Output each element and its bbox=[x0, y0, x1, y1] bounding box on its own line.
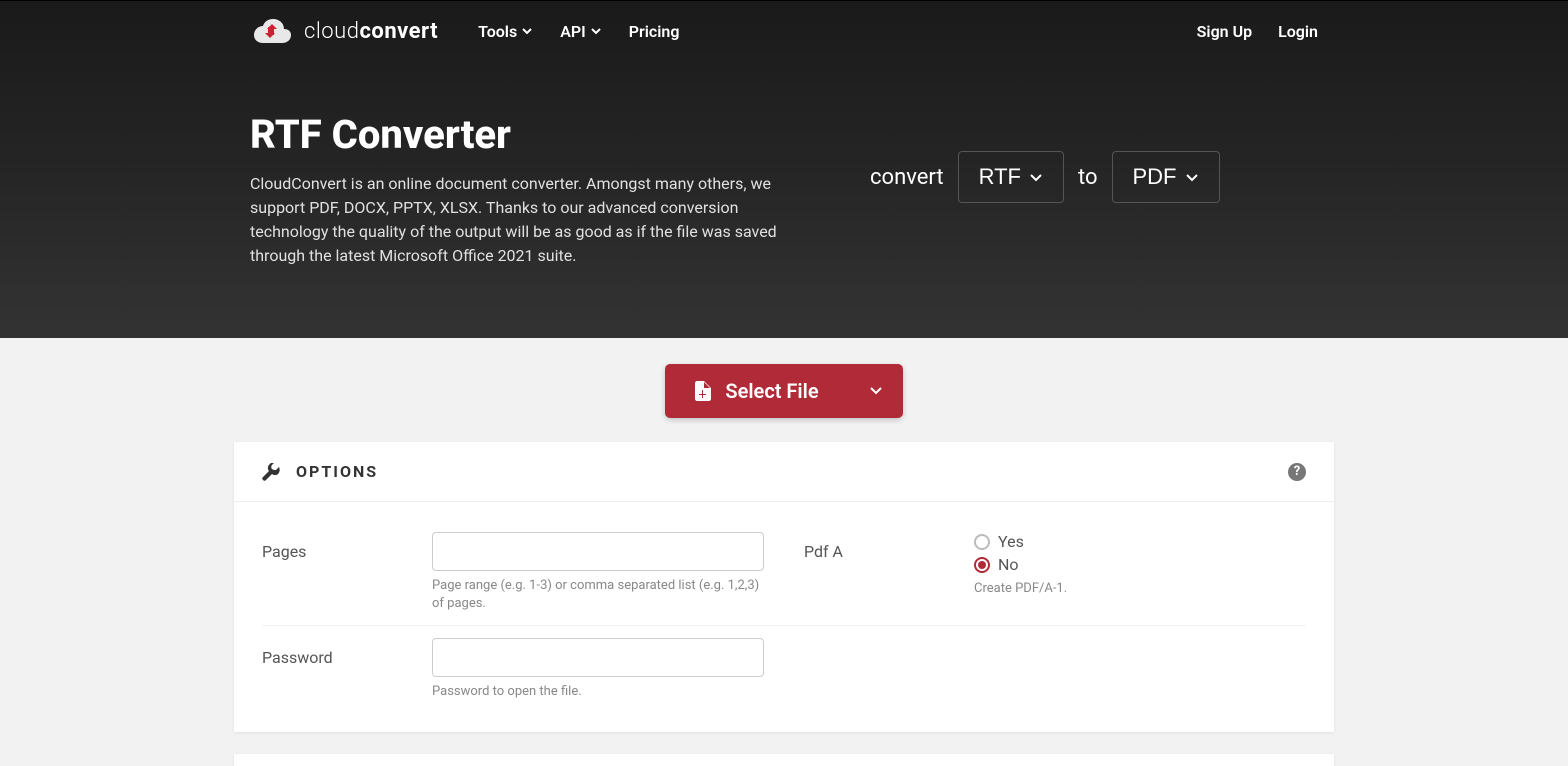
next-card-peek bbox=[234, 754, 1334, 766]
chevron-down-icon bbox=[591, 26, 601, 36]
to-format-button[interactable]: PDF bbox=[1112, 151, 1220, 203]
options-header: OPTIONS ? bbox=[234, 442, 1334, 502]
option-password: Password Password to open the file. bbox=[262, 638, 764, 701]
hero: RTF Converter CloudConvert is an online … bbox=[234, 61, 1334, 268]
page-title: RTF Converter bbox=[250, 111, 810, 158]
pages-input[interactable] bbox=[432, 532, 764, 571]
nav-tools-label: Tools bbox=[478, 22, 517, 41]
main-nav: cloudconvert Tools API Pricing Sign Up L… bbox=[234, 1, 1334, 61]
select-file-container: Select File bbox=[0, 364, 1568, 418]
chevron-down-icon bbox=[869, 383, 883, 397]
nav-login-label: Login bbox=[1278, 22, 1318, 41]
nav-login[interactable]: Login bbox=[1278, 22, 1318, 41]
file-add-icon bbox=[695, 381, 711, 401]
option-empty bbox=[804, 638, 1306, 701]
pdfa-yes-label: Yes bbox=[998, 532, 1024, 551]
password-label: Password bbox=[262, 638, 412, 667]
nav-pricing-label: Pricing bbox=[629, 22, 680, 41]
chevron-down-icon bbox=[1029, 170, 1043, 184]
options-row-1: Pages Page range (e.g. 1-3) or comma sep… bbox=[262, 520, 1306, 626]
password-help: Password to open the file. bbox=[432, 683, 764, 701]
page-description: CloudConvert is an online document conve… bbox=[250, 172, 810, 268]
pdfa-no-label: No bbox=[998, 555, 1019, 574]
nav-api-label: API bbox=[560, 22, 586, 41]
chevron-down-icon bbox=[522, 26, 532, 36]
option-pages: Pages Page range (e.g. 1-3) or comma sep… bbox=[262, 532, 764, 613]
dark-hero-section: cloudconvert Tools API Pricing Sign Up L… bbox=[0, 1, 1568, 338]
pdfa-radio-group: Yes No bbox=[974, 532, 1306, 574]
nav-signup[interactable]: Sign Up bbox=[1197, 22, 1252, 41]
options-body: Pages Page range (e.g. 1-3) or comma sep… bbox=[234, 502, 1334, 732]
from-format-button[interactable]: RTF bbox=[958, 151, 1064, 203]
pdfa-no-radio[interactable]: No bbox=[974, 555, 1306, 574]
nav-tools[interactable]: Tools bbox=[478, 22, 532, 41]
to-label: to bbox=[1078, 165, 1098, 190]
logo-text-part1: cloud bbox=[304, 19, 359, 44]
select-file-dropdown[interactable] bbox=[849, 367, 903, 416]
cloud-logo-icon bbox=[250, 15, 292, 47]
pdfa-yes-radio[interactable]: Yes bbox=[974, 532, 1306, 551]
pdfa-label: Pdf A bbox=[804, 532, 954, 561]
hero-text: RTF Converter CloudConvert is an online … bbox=[250, 111, 810, 268]
logo-text-part2: convert bbox=[359, 19, 438, 44]
nav-signup-label: Sign Up bbox=[1197, 22, 1252, 41]
convert-label: convert bbox=[870, 165, 944, 190]
pages-label: Pages bbox=[262, 532, 412, 561]
nav-items-left: Tools API Pricing bbox=[478, 22, 679, 41]
pdfa-help: Create PDF/A-1. bbox=[974, 580, 1306, 598]
select-file-main[interactable]: Select File bbox=[665, 364, 848, 418]
options-title: OPTIONS bbox=[296, 462, 378, 481]
help-icon[interactable]: ? bbox=[1288, 463, 1306, 481]
radio-icon bbox=[974, 534, 990, 550]
nav-pricing[interactable]: Pricing bbox=[629, 22, 680, 41]
nav-api[interactable]: API bbox=[560, 22, 601, 41]
radio-checked-icon bbox=[974, 557, 990, 573]
logo[interactable]: cloudconvert bbox=[250, 15, 438, 47]
convert-panel: convert RTF to PDF bbox=[870, 151, 1220, 203]
chevron-down-icon bbox=[1185, 170, 1199, 184]
password-input[interactable] bbox=[432, 638, 764, 677]
options-card: OPTIONS ? Pages Page range (e.g. 1-3) or… bbox=[234, 442, 1334, 732]
nav-items-right: Sign Up Login bbox=[1197, 22, 1318, 41]
logo-text: cloudconvert bbox=[304, 19, 438, 44]
select-file-label: Select File bbox=[725, 379, 818, 403]
from-format-value: RTF bbox=[979, 164, 1021, 190]
option-pdfa: Pdf A Yes No Create PDF/A-1. bbox=[804, 532, 1306, 613]
options-row-2: Password Password to open the file. bbox=[262, 626, 1306, 713]
wrench-icon bbox=[262, 463, 280, 481]
pages-help: Page range (e.g. 1-3) or comma separated… bbox=[432, 577, 764, 613]
select-file-button[interactable]: Select File bbox=[665, 364, 902, 418]
to-format-value: PDF bbox=[1133, 164, 1177, 190]
